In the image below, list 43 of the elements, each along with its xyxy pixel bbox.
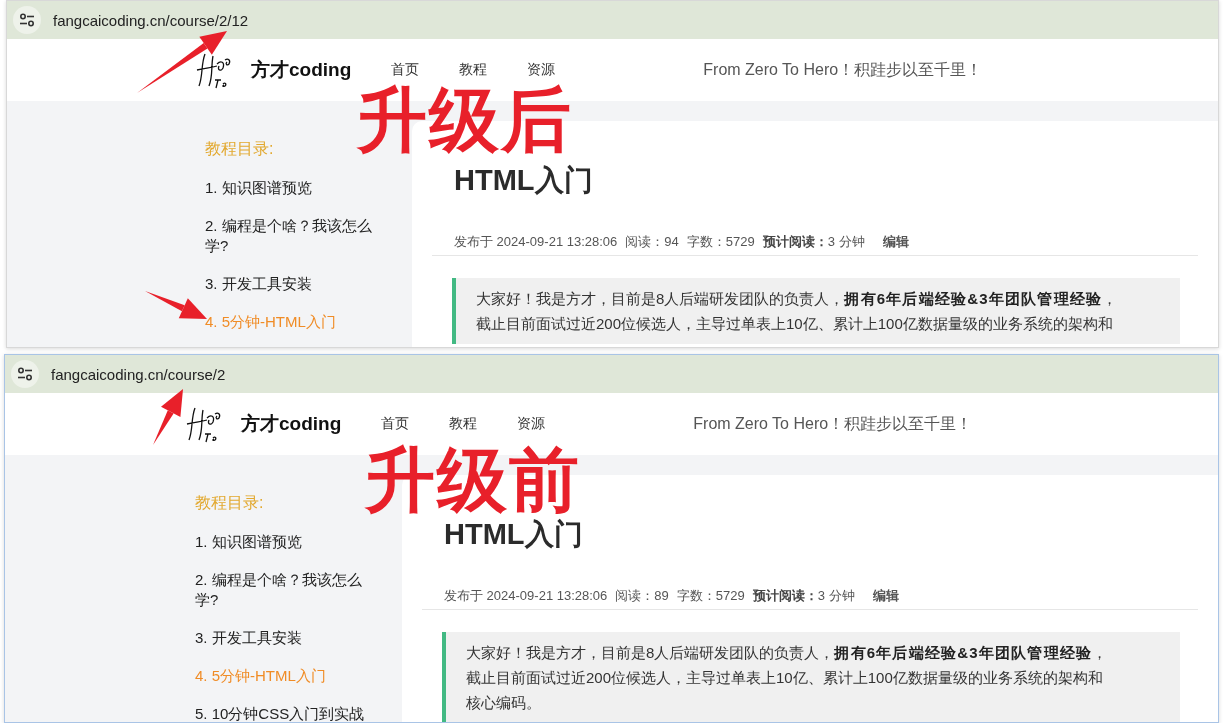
- article-meta: 字数：5729: [676, 587, 745, 605]
- site-settings-button[interactable]: [11, 360, 39, 388]
- address-bar[interactable]: fangcaicoding.cn/course/2: [5, 355, 1218, 393]
- nav-link[interactable]: 首页: [381, 415, 410, 433]
- nav-link[interactable]: 首页: [391, 61, 420, 79]
- article-title: HTML入门: [444, 517, 584, 552]
- article-title: HTML入门: [454, 163, 594, 198]
- toc-item[interactable]: 1. 知识图谱预览: [195, 532, 385, 552]
- nav-link[interactable]: 资源: [517, 415, 546, 433]
- toc-item[interactable]: 1. 知识图谱预览: [205, 178, 395, 198]
- intro-text: 大家好！我是方才，目前是8人后端研发团队的负责人，拥有6年后端经验&3年团队管理经验，截止目前面试过近200位候选人，主导过单表上10亿、累计上100亿数据量级的业务系统的架构和: [476, 289, 1119, 334]
- toc-item[interactable]: 5. 10分钟CSS入门到实战: [195, 704, 385, 722]
- toc-title: 教程目录:: [205, 139, 275, 159]
- toc-item[interactable]: 3. 开发工具安装: [195, 628, 385, 648]
- site-settings-icon[interactable]: [19, 13, 35, 27]
- nav-link[interactable]: 教程: [459, 61, 488, 79]
- toc-title: 教程目录:: [195, 493, 265, 513]
- article-meta: 发布于 2024-09-21 13:28:06: [444, 587, 608, 605]
- article-meta: 预计阅读：3 分钟: [752, 587, 855, 605]
- pointer-arrow: [153, 389, 183, 445]
- toc-item[interactable]: 2. 编程是个啥？我该怎么学?: [195, 570, 385, 610]
- site-settings-button[interactable]: [13, 6, 41, 34]
- edit-link[interactable]: 编辑: [882, 233, 909, 251]
- nav-link[interactable]: 资源: [527, 61, 556, 79]
- site-slogan: From Zero To Hero！积跬步以至千里！: [693, 413, 973, 434]
- url-text[interactable]: fangcaicoding.cn/course/2: [51, 365, 226, 383]
- edit-link[interactable]: 编辑: [872, 587, 899, 605]
- site-brand[interactable]: 方才coding: [251, 57, 352, 83]
- pointer-arrow: [145, 291, 207, 319]
- nav-link[interactable]: 教程: [449, 415, 478, 433]
- site-brand[interactable]: 方才coding: [241, 411, 342, 437]
- article-meta: 预计阅读：3 分钟: [762, 233, 865, 251]
- site-slogan: From Zero To Hero！积跬步以至千里！: [703, 59, 983, 80]
- intro-text: 大家好！我是方才，目前是8人后端研发团队的负责人，拥有6年后端经验&3年团队管理经验，截止目前面试过近200位候选人，主导过单表上10亿、累计上100亿数据量级的业务系统的架构和核心编码。: [466, 643, 1109, 713]
- article-meta: 字数：5729: [686, 233, 755, 251]
- toc-item[interactable]: 3. 开发工具安装: [205, 274, 395, 294]
- article-meta: 阅读：89: [615, 587, 669, 605]
- toc-item[interactable]: 2. 编程是个啥？我该怎么学?: [205, 216, 395, 256]
- article-meta: 发布于 2024-09-21 13:28:06: [454, 233, 618, 251]
- address-bar[interactable]: fangcaicoding.cn/course/2/12: [7, 1, 1218, 39]
- site-settings-icon[interactable]: [17, 367, 33, 381]
- article-meta: 阅读：94: [625, 233, 679, 251]
- url-text[interactable]: fangcaicoding.cn/course/2/12: [53, 11, 249, 29]
